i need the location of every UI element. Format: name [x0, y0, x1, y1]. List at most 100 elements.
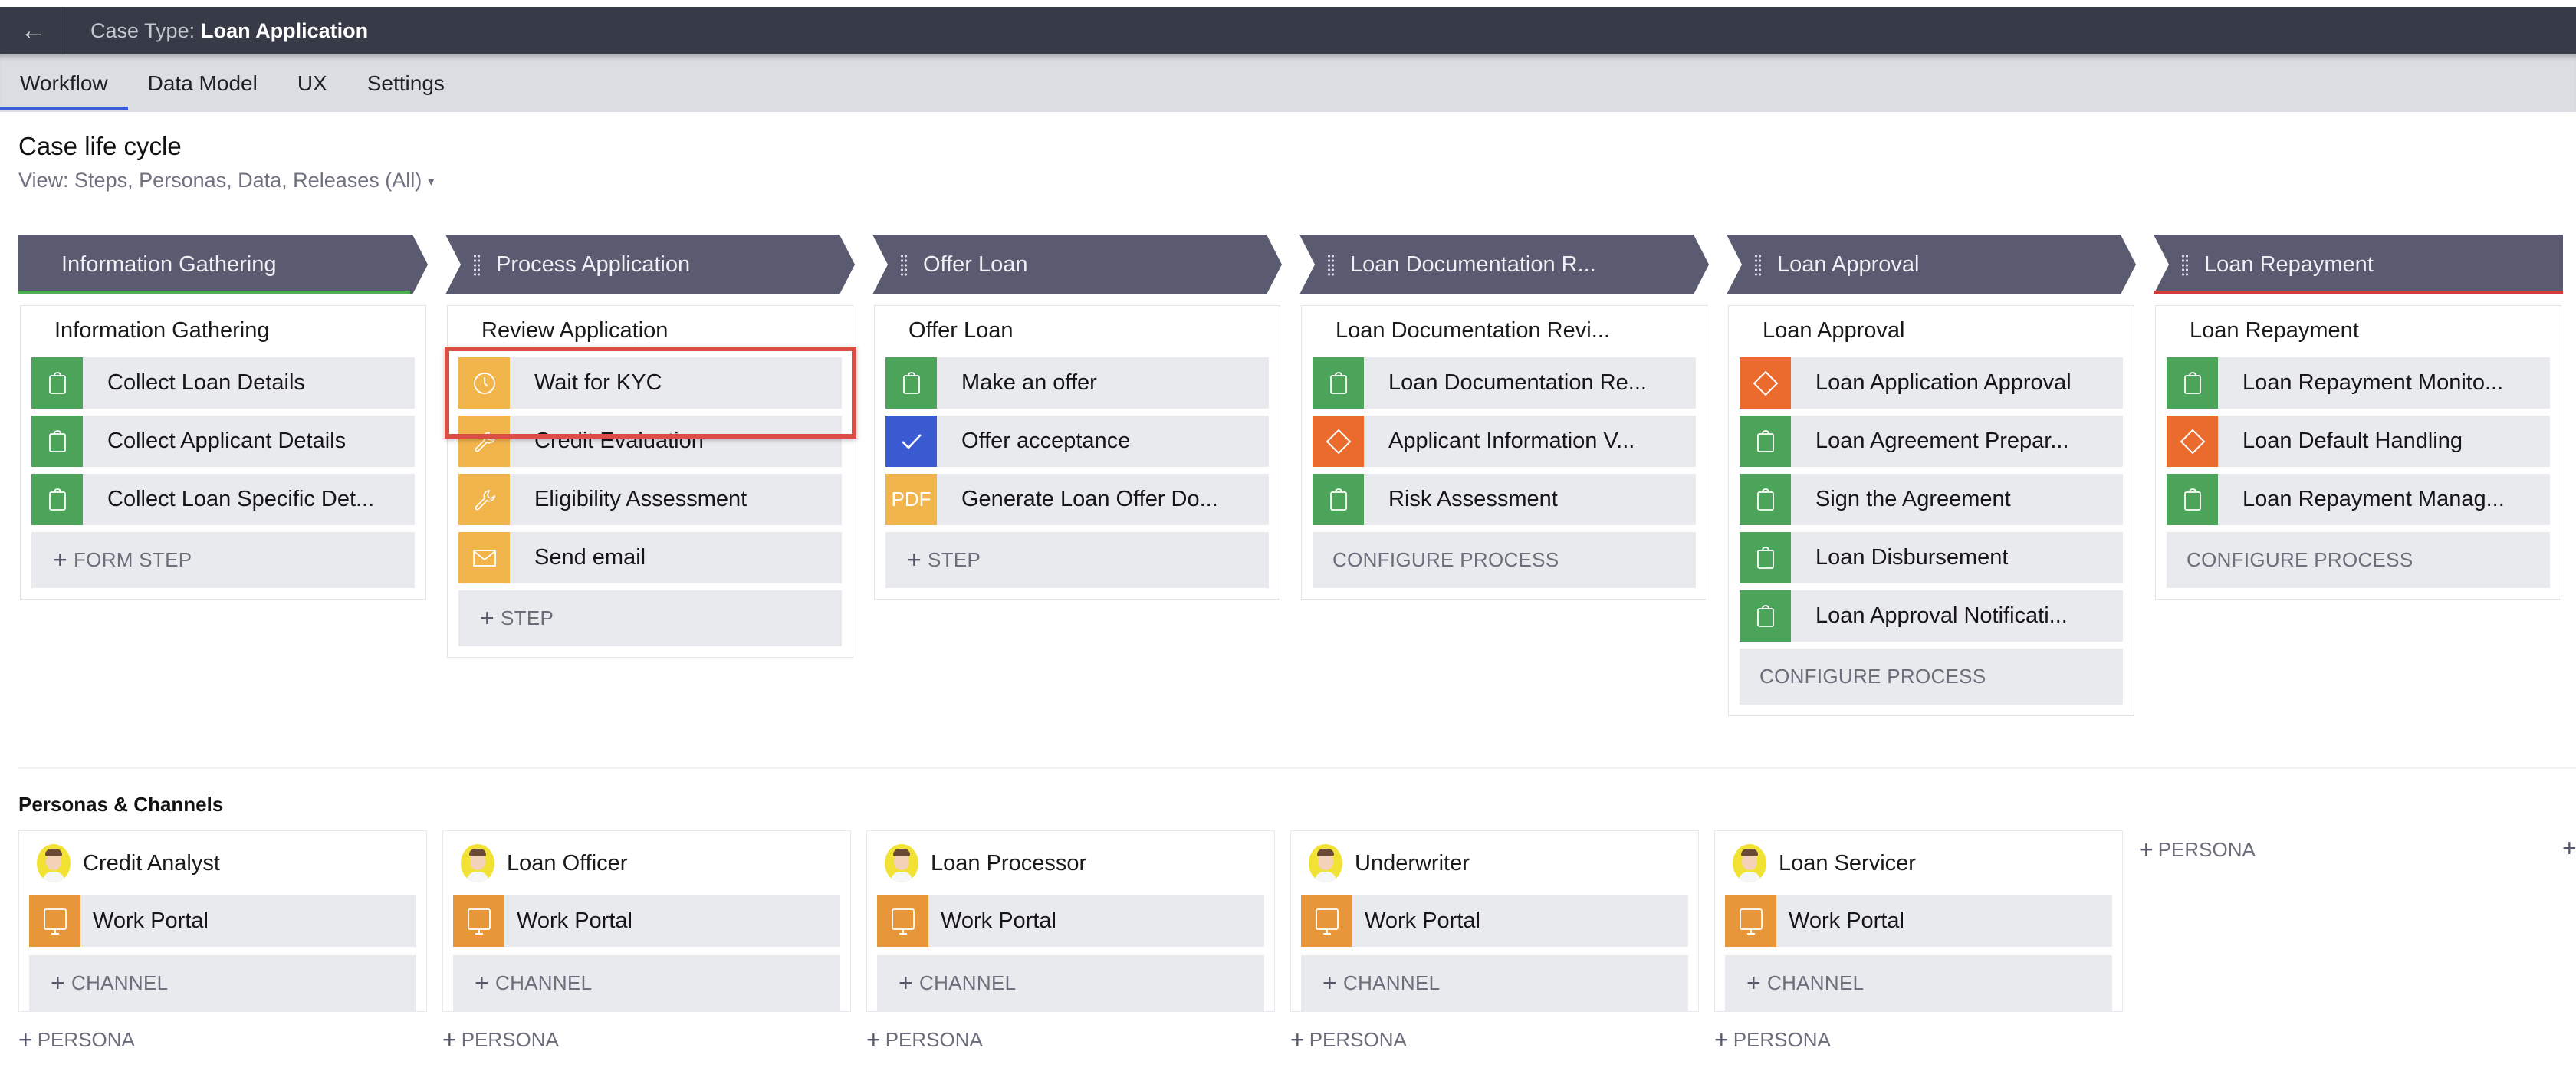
stage: Process Application Review Application Wa…: [445, 235, 855, 716]
step-item[interactable]: Risk Assessment: [1313, 474, 1696, 525]
add-step-button[interactable]: + STEP: [458, 590, 842, 646]
step-item[interactable]: Collect Loan Details: [31, 357, 415, 409]
plus-icon[interactable]: +: [2562, 834, 2576, 863]
step-label: Credit Evaluation: [534, 429, 704, 453]
channel-item[interactable]: Work Portal: [1725, 895, 2112, 947]
persona-card: Loan Servicer Work Portal + CHANNEL: [1714, 830, 2123, 1012]
drag-handle-icon[interactable]: [1327, 254, 1335, 277]
step-label: Collect Applicant Details: [107, 429, 347, 453]
configure-process-label: CONFIGURE PROCESS: [1332, 548, 1559, 571]
stage-header[interactable]: Process Application: [445, 235, 855, 297]
monitor-icon: [1301, 895, 1352, 947]
tab-data-model[interactable]: Data Model: [128, 54, 278, 112]
view-filter-dropdown[interactable]: View: Steps, Personas, Data, Releases (A…: [18, 169, 434, 192]
stage-label: Offer Loan: [923, 251, 1028, 277]
step-item[interactable]: Loan Repayment Monito...: [2167, 357, 2550, 409]
drag-handle-icon[interactable]: [2181, 254, 2189, 277]
drag-handle-icon[interactable]: [473, 254, 481, 277]
persona-header[interactable]: Loan Processor: [877, 840, 1264, 886]
add-channel-button[interactable]: + CHANNEL: [1301, 955, 1688, 1011]
stage: Loan Documentation R... Loan Documentatio…: [1300, 235, 1709, 716]
stage: Information Gathering Information Gatheri…: [18, 235, 428, 716]
step-item[interactable]: Credit Evaluation: [458, 416, 842, 467]
step-item[interactable]: Send email: [458, 532, 842, 583]
step-label: Make an offer: [961, 370, 1097, 395]
add-persona-button[interactable]: + PERSONA: [1290, 1026, 1699, 1054]
add-channel-button[interactable]: + CHANNEL: [29, 955, 416, 1011]
process-card: Information Gathering Collect Loan Detai…: [20, 305, 426, 600]
stage-header[interactable]: Information Gathering: [18, 235, 428, 297]
add-persona-button[interactable]: + PERSONA: [2139, 836, 2256, 864]
step-item[interactable]: Loan Disbursement: [1740, 532, 2123, 583]
pdf-icon: PDF: [891, 488, 932, 511]
step-type-badge: [886, 357, 937, 409]
step-item[interactable]: Offer acceptance: [886, 416, 1269, 467]
case-type-title: Case Type: Loan Application: [90, 19, 368, 43]
stage-header[interactable]: Loan Documentation R...: [1300, 235, 1709, 297]
process-title[interactable]: Review Application: [458, 315, 842, 357]
step-item[interactable]: Sign the Agreement: [1740, 474, 2123, 525]
drag-handle-icon[interactable]: [900, 254, 908, 277]
step-item[interactable]: PDF Generate Loan Offer Do...: [886, 474, 1269, 525]
stage-header[interactable]: Loan Approval: [1727, 235, 2136, 297]
tab-settings[interactable]: Settings: [347, 54, 465, 112]
process-title[interactable]: Loan Documentation Revi...: [1313, 315, 1696, 357]
back-button[interactable]: ←: [0, 7, 67, 54]
step-item[interactable]: Loan Approval Notificati...: [1740, 590, 2123, 642]
step-item[interactable]: Collect Applicant Details: [31, 416, 415, 467]
add-channel-button[interactable]: + CHANNEL: [877, 955, 1264, 1011]
step-item[interactable]: Applicant Information V...: [1313, 416, 1696, 467]
add-persona-button[interactable]: + PERSONA: [442, 1026, 851, 1054]
plus-icon: +: [475, 969, 489, 997]
add-persona-button[interactable]: + PERSONA: [866, 1026, 1275, 1054]
step-label: Collect Loan Details: [107, 370, 305, 395]
process-title[interactable]: Loan Approval: [1740, 315, 2123, 357]
step-item[interactable]: Loan Default Handling: [2167, 416, 2550, 467]
channel-item[interactable]: Work Portal: [453, 895, 840, 947]
drag-handle-icon[interactable]: [1754, 254, 1762, 277]
stage-label: Loan Documentation R...: [1350, 251, 1596, 277]
persona-column: Credit Analyst Work Portal + CHANNEL + PER…: [18, 830, 427, 1054]
persona-column: Loan Officer Work Portal + CHANNEL + PERSO…: [442, 830, 851, 1054]
process-title[interactable]: Offer Loan: [886, 315, 1269, 357]
avatar: [37, 844, 71, 882]
channel-item[interactable]: Work Portal: [1301, 895, 1688, 947]
app-header: ← Case Type: Loan Application: [0, 7, 2576, 54]
step-item[interactable]: Make an offer: [886, 357, 1269, 409]
persona-header[interactable]: Credit Analyst: [29, 840, 416, 886]
stage-header[interactable]: Loan Repayment: [2154, 235, 2563, 297]
step-item[interactable]: Loan Application Approval: [1740, 357, 2123, 409]
step-item[interactable]: Wait for KYC: [458, 357, 842, 409]
add-channel-button[interactable]: + CHANNEL: [453, 955, 840, 1011]
channel-item[interactable]: Work Portal: [29, 895, 416, 947]
add-channel-button[interactable]: + CHANNEL: [1725, 955, 2112, 1011]
persona-header[interactable]: Underwriter: [1301, 840, 1688, 886]
persona-card: Loan Officer Work Portal + CHANNEL: [442, 830, 851, 1012]
process-card: Offer Loan Make an offer Offer acceptanc…: [874, 305, 1280, 600]
add-step-button[interactable]: + STEP: [886, 532, 1269, 588]
step-item[interactable]: Loan Documentation Re...: [1313, 357, 1696, 409]
configure-process-button[interactable]: CONFIGURE PROCESS: [1313, 532, 1696, 588]
stage-header[interactable]: Offer Loan: [872, 235, 1282, 297]
step-item[interactable]: Eligibility Assessment: [458, 474, 842, 525]
step-item[interactable]: Loan Repayment Manag...: [2167, 474, 2550, 525]
add-step-button[interactable]: + FORM STEP: [31, 532, 415, 588]
configure-process-button[interactable]: CONFIGURE PROCESS: [1740, 649, 2123, 705]
arrow-left-icon: ←: [20, 15, 47, 45]
step-type-badge: PDF: [886, 474, 937, 525]
step-item[interactable]: Collect Loan Specific Det...: [31, 474, 415, 525]
step-item[interactable]: Loan Agreement Prepar...: [1740, 416, 2123, 467]
configure-process-button[interactable]: CONFIGURE PROCESS: [2167, 532, 2550, 588]
tab-workflow[interactable]: Workflow: [0, 54, 128, 112]
process-title[interactable]: Loan Repayment: [2167, 315, 2550, 357]
process-title[interactable]: Information Gathering: [31, 315, 415, 357]
add-persona-label: PERSONA: [1309, 1028, 1407, 1051]
tab-ux[interactable]: UX: [278, 54, 347, 112]
step-type-badge: [886, 416, 937, 467]
persona-header[interactable]: Loan Servicer: [1725, 840, 2112, 886]
persona-header[interactable]: Loan Officer: [453, 840, 840, 886]
add-persona-button[interactable]: + PERSONA: [18, 1026, 427, 1054]
add-persona-button[interactable]: + PERSONA: [1714, 1026, 2123, 1054]
channel-item[interactable]: Work Portal: [877, 895, 1264, 947]
step-label: Loan Disbursement: [1815, 545, 2009, 570]
